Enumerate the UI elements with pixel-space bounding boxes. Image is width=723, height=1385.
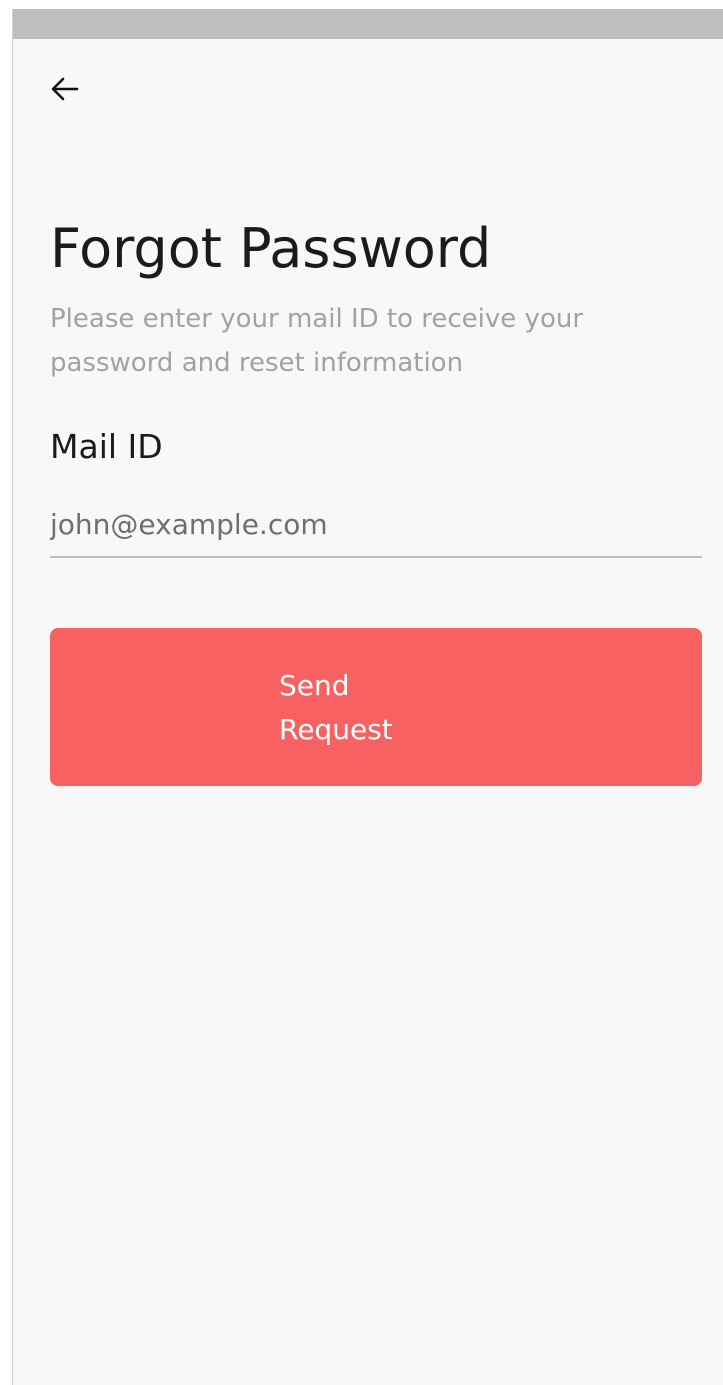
page-title: Forgot Password: [50, 217, 492, 280]
screen: Forgot Password Please enter your mail I…: [12, 9, 723, 1385]
status-bar: [13, 9, 723, 39]
arrow-left-icon: [51, 77, 79, 101]
email-field[interactable]: [50, 492, 702, 558]
page-subtitle: Please enter your mail ID to receive you…: [50, 304, 584, 378]
send-request-label: Send Request: [279, 669, 393, 746]
send-request-button[interactable]: Send Request: [50, 628, 702, 786]
mail-id-label: Mail ID: [50, 427, 163, 466]
back-button[interactable]: [47, 71, 83, 107]
